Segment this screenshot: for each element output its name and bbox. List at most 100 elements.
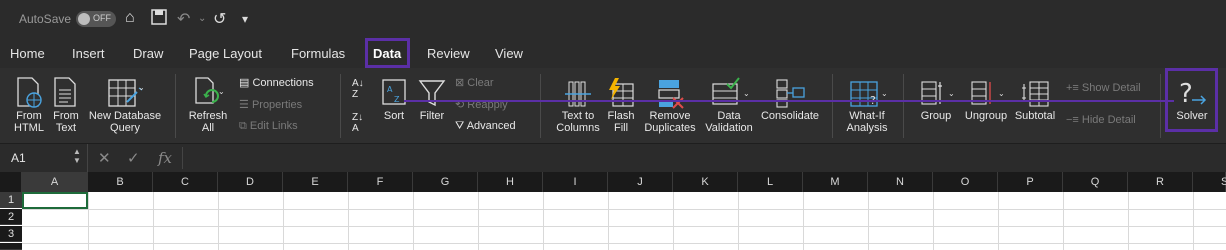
row-header[interactable]: 2 (0, 209, 22, 225)
namebox-stepper-icon[interactable]: ▲ ▼ (73, 147, 81, 165)
sort-a-to-z-icon[interactable]: A↓ Z (352, 78, 364, 100)
column-header[interactable]: R (1128, 172, 1193, 192)
home-icon[interactable]: ⌂ (125, 9, 135, 27)
tab-home[interactable]: Home (10, 46, 45, 61)
column-header[interactable]: B (88, 172, 153, 192)
column-header[interactable]: K (673, 172, 738, 192)
tab-page-layout[interactable]: Page Layout (189, 46, 262, 61)
what-if-analysis-icon: ?⌄ (850, 81, 888, 107)
row-header[interactable]: 3 (0, 226, 22, 242)
toggle-state: OFF (93, 13, 111, 23)
ungroup-button[interactable]: ⌄ Ungroup (961, 76, 1011, 122)
undo-icon[interactable]: ↶ (177, 9, 190, 29)
new-database-query-button[interactable]: ⌄ New Database Query (86, 76, 164, 134)
row-header[interactable] (0, 243, 22, 250)
column-header[interactable]: Q (1063, 172, 1128, 192)
svg-text:⌄: ⌄ (881, 89, 888, 98)
subtotal-button[interactable]: Subtotal (1012, 76, 1058, 122)
tab-view[interactable]: View (495, 46, 523, 61)
data-tab-highlight (365, 38, 410, 68)
column-header[interactable]: G (413, 172, 478, 192)
tab-insert[interactable]: Insert (72, 46, 105, 61)
from-text-button[interactable]: From Text (51, 76, 81, 134)
column-header[interactable]: H (478, 172, 543, 192)
clear-button[interactable]: ⊠ Clear (455, 76, 494, 89)
text-to-columns-icon (565, 81, 591, 107)
column-header[interactable]: L (738, 172, 803, 192)
svg-text:Z: Z (394, 95, 400, 104)
edit-links-icon: ⧉ (239, 120, 247, 132)
column-header[interactable]: S (1193, 172, 1226, 192)
column-header[interactable]: A (22, 172, 88, 192)
refresh-icon: ⌄ (195, 77, 225, 104)
remove-duplicates-icon (658, 80, 684, 109)
customize-toolbar-icon[interactable]: ▾ (242, 12, 248, 26)
from-html-button[interactable]: From HTML (12, 76, 46, 134)
ungroup-icon: ⌄ (971, 81, 1005, 105)
text-to-columns-button[interactable]: Text to Columns (553, 76, 603, 134)
properties-button[interactable]: ☰ Properties (239, 98, 302, 111)
select-all-corner[interactable] (0, 172, 22, 192)
what-if-analysis-button[interactable]: ?⌄ What-IfAnalysis (842, 76, 892, 134)
consolidate-button[interactable]: Consolidate (760, 76, 820, 122)
group-button[interactable]: ⌄ Group (914, 76, 958, 122)
formula-input[interactable] (182, 147, 1222, 169)
text-document-icon (54, 77, 76, 107)
consolidate-icon (776, 79, 805, 108)
tab-formulas[interactable]: Formulas (291, 46, 345, 61)
show-detail-button[interactable]: +≡ Show Detail (1066, 82, 1141, 94)
sort-z-to-a-icon[interactable]: Z↓ A (352, 112, 363, 134)
redo-icon[interactable]: ↺ (213, 9, 226, 29)
tab-review[interactable]: Review (427, 46, 470, 61)
hide-detail-icon: −≡ (1066, 114, 1079, 126)
row-header[interactable]: 1 (0, 192, 22, 208)
flash-fill-icon (609, 78, 634, 107)
formula-bar: A1 ▲ ▼ ✕ ✓ fx (0, 144, 1226, 172)
sort-icon: AZ (382, 79, 406, 105)
column-header[interactable]: M (803, 172, 868, 192)
tab-draw[interactable]: Draw (133, 46, 163, 61)
ribbon-tabs: Home Insert Draw Page Layout Formulas Da… (0, 38, 1226, 68)
save-icon[interactable] (151, 9, 167, 30)
clear-filter-icon: ⊠ (455, 77, 465, 89)
autosave-toggle[interactable]: OFF (76, 11, 116, 27)
column-header[interactable]: E (283, 172, 348, 192)
worksheet-grid[interactable]: A B C D E F G H I J K L M N O P Q R S 1 … (0, 172, 1226, 250)
flash-fill-button[interactable]: Flash Fill (604, 76, 638, 134)
filter-funnel-icon (418, 80, 446, 107)
svg-text:A: A (387, 85, 393, 94)
svg-text:⌄: ⌄ (743, 89, 750, 98)
connections-button[interactable]: ▤ Connections (239, 76, 314, 89)
column-header[interactable]: P (998, 172, 1063, 192)
remove-duplicates-button[interactable]: Remove Duplicates (643, 76, 697, 134)
svg-text:⌄: ⌄ (998, 89, 1005, 98)
database-query-icon: ⌄ (108, 79, 145, 107)
data-validation-button[interactable]: ⌄ Data Validation (702, 76, 756, 134)
column-header[interactable]: I (543, 172, 608, 192)
selected-cell-a1[interactable] (22, 192, 88, 209)
edit-links-button[interactable]: ⧉ Edit Links (239, 120, 298, 133)
data-validation-icon: ⌄ (712, 77, 750, 105)
refresh-all-button[interactable]: ⌄ Refresh All (186, 76, 230, 134)
properties-icon: ☰ (239, 99, 249, 111)
name-box[interactable]: A1 ▲ ▼ (0, 144, 88, 172)
insert-function-icon[interactable]: fx (158, 149, 172, 167)
column-header[interactable]: O (933, 172, 998, 192)
column-header[interactable]: J (608, 172, 673, 192)
undo-dropdown-icon[interactable]: ⌄ (198, 13, 206, 24)
web-document-icon (17, 77, 42, 108)
cancel-icon[interactable]: ✕ (98, 149, 111, 167)
advanced-button[interactable]: ⛛ Advanced (455, 120, 516, 133)
filter-button[interactable]: Filter (416, 76, 448, 122)
sort-button[interactable]: AZ Sort (378, 76, 410, 122)
title-bar: AutoSave OFF ⌂ ↶ ⌄ ↺ ▾ (0, 0, 1226, 38)
column-header[interactable]: C (153, 172, 218, 192)
hide-detail-button[interactable]: −≡ Hide Detail (1066, 114, 1136, 126)
advanced-filter-icon: ⛛ (455, 120, 465, 132)
column-header[interactable]: F (348, 172, 413, 192)
column-header[interactable]: N (868, 172, 933, 192)
annotation-connector-line (404, 100, 1174, 102)
column-header[interactable]: D (218, 172, 283, 192)
enter-icon[interactable]: ✓ (127, 149, 140, 167)
svg-text:⌄: ⌄ (948, 89, 955, 98)
